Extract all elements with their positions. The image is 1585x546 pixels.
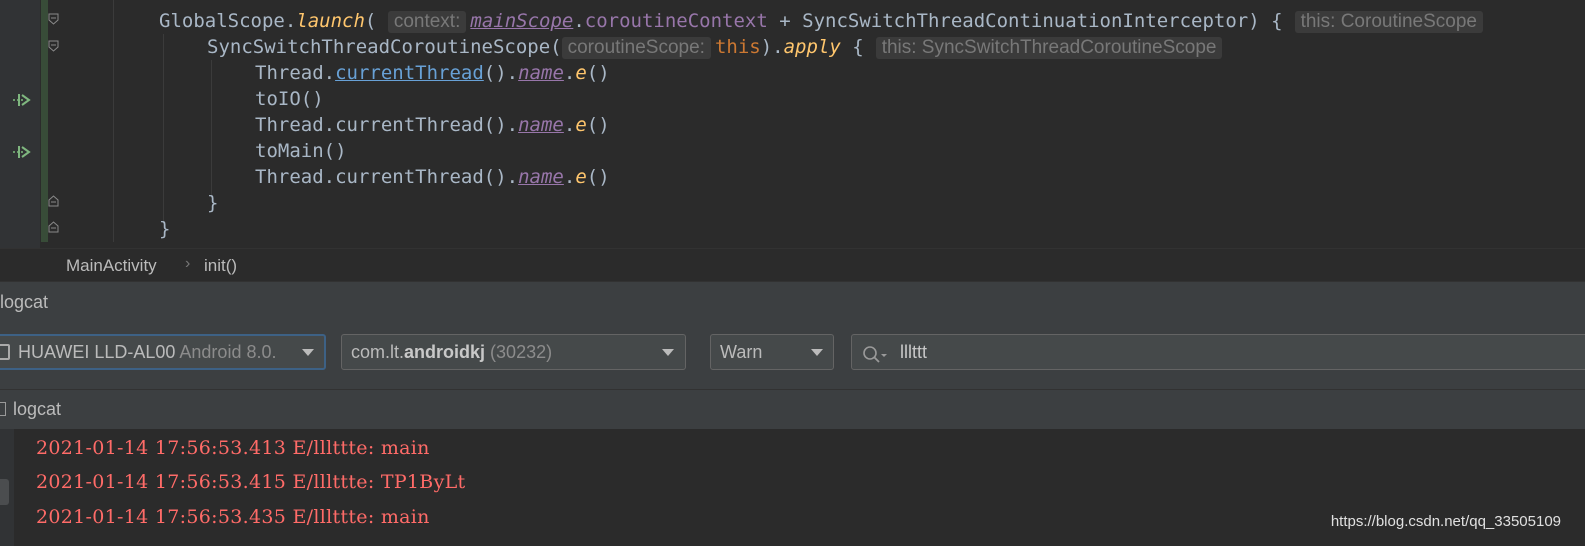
code-token: SyncSwitchThreadCoroutineScope(: [207, 36, 562, 58]
fold-end-marker-icon[interactable]: [48, 195, 59, 207]
code-token: (): [586, 166, 610, 188]
code-token-apply: apply: [783, 36, 841, 58]
fold-end-marker-icon[interactable]: [48, 221, 59, 233]
suspend-call-icon[interactable]: [11, 92, 33, 106]
code-token: ().: [483, 62, 519, 84]
code-token: .: [563, 114, 576, 136]
log-entry[interactable]: 2021-01-14 17:56:53.413 E/lllttte: main: [36, 437, 430, 459]
device-icon: [0, 344, 10, 360]
suspend-call-icon[interactable]: [11, 144, 33, 158]
logcat-content-header: logcat: [0, 389, 1585, 430]
code-token: (: [364, 10, 377, 32]
code-token: .: [573, 10, 585, 32]
code-editor[interactable]: GlobalScope.launch( context: mainScope.co…: [0, 0, 1585, 248]
scroll-handle[interactable]: [0, 479, 9, 505]
logcat-tool-window-header: logcat: [0, 281, 1585, 322]
code-token-name: name: [518, 166, 564, 188]
code-line-3[interactable]: Thread.currentThread().name.e(): [255, 60, 610, 86]
process-pid: (30232): [490, 342, 553, 362]
code-token: GlobalScope.: [159, 10, 297, 32]
code-token-mainscope: mainScope: [470, 10, 574, 32]
chevron-down-icon: [809, 335, 825, 369]
device-selector[interactable]: HUAWEI LLD-AL00 Android 8.0.: [0, 334, 326, 370]
log-entry[interactable]: 2021-01-14 17:56:53.435 E/lllttte: main: [36, 506, 430, 528]
device-name: HUAWEI LLD-AL00: [18, 342, 176, 362]
code-token: (): [586, 62, 610, 84]
breadcrumb-separator: ›: [185, 255, 191, 272]
code-token: .: [563, 62, 576, 84]
process-package-prefix: com.lt.: [351, 342, 405, 362]
log-gutter: [0, 429, 14, 546]
logcat-tab-icon: [0, 402, 6, 416]
log-entry[interactable]: 2021-01-14 17:56:53.415 E/lllttte: TP1By…: [36, 471, 465, 493]
code-line-9[interactable]: }: [159, 216, 170, 242]
logcat-search-input[interactable]: lllttt: [851, 334, 1585, 370]
code-token: Thread.: [255, 62, 336, 84]
code-token: Thread.currentThread().: [255, 166, 519, 188]
breadcrumb-item-init[interactable]: init(): [204, 256, 237, 276]
code-token: ).: [760, 36, 784, 58]
process-package-name: androidkj: [404, 342, 486, 362]
code-token: (): [586, 114, 610, 136]
indent-guide: [211, 60, 212, 198]
code-line-5[interactable]: Thread.currentThread().name.e(): [255, 112, 610, 138]
breadcrumb: MainActivity › init(): [0, 248, 1585, 282]
logcat-subtitle[interactable]: logcat: [13, 399, 61, 420]
code-line-8[interactable]: }: [207, 190, 218, 216]
indent-guide: [113, 0, 114, 242]
device-os: Android 8.0.: [179, 342, 277, 362]
receiver-hint: this: CoroutineScope: [1294, 11, 1483, 33]
fold-marker-icon[interactable]: [48, 13, 59, 25]
code-token-name: name: [518, 114, 564, 136]
indent-guide: [163, 34, 164, 224]
process-selector[interactable]: com.lt.androidkj (30232): [341, 334, 686, 370]
editor-gutter: [0, 0, 40, 248]
logcat-title: logcat: [0, 292, 49, 312]
breadcrumb-item-mainactivity[interactable]: MainActivity: [66, 256, 157, 276]
code-token-e: e: [575, 62, 587, 84]
code-token-e: e: [575, 166, 587, 188]
watermark: https://blog.csdn.net/qq_33505109: [1330, 513, 1561, 530]
fold-marker-icon[interactable]: [48, 40, 59, 52]
code-line-6[interactable]: toMain(): [255, 138, 347, 164]
chevron-down-icon: [300, 336, 316, 368]
code-token-this: this: [714, 36, 761, 58]
log-level-selector[interactable]: Warn: [710, 334, 834, 370]
code-line-7[interactable]: Thread.currentThread().name.e(): [255, 164, 610, 190]
receiver-hint: this: SyncSwitchThreadCoroutineScope: [875, 37, 1223, 59]
code-token: .: [563, 166, 576, 188]
chevron-down-icon: [660, 335, 676, 369]
parameter-hint: context:: [387, 11, 467, 33]
search-icon[interactable]: [862, 342, 888, 363]
log-level-value: Warn: [720, 342, 763, 362]
vcs-change-marker[interactable]: [41, 0, 48, 242]
code-token: {: [840, 36, 864, 58]
code-line-2[interactable]: SyncSwitchThreadCoroutineScope(coroutine…: [207, 34, 1226, 60]
code-token-coroutinecontext: coroutineContext: [584, 10, 768, 32]
parameter-hint: coroutineScope:: [561, 37, 711, 59]
code-token: Thread.currentThread().: [255, 114, 519, 136]
code-line-4[interactable]: toIO(): [255, 86, 324, 112]
search-query: lllttt: [900, 342, 927, 362]
code-token-currentthread[interactable]: currentThread: [335, 62, 484, 84]
code-line-1[interactable]: GlobalScope.launch( context: mainScope.co…: [159, 8, 1487, 34]
code-token: + SyncSwitchThreadContinuationIntercepto…: [767, 10, 1283, 32]
code-token-name: name: [518, 62, 564, 84]
code-token-e: e: [575, 114, 587, 136]
code-token-launch: launch: [296, 10, 365, 32]
logcat-toolbar: HUAWEI LLD-AL00 Android 8.0. com.lt.andr…: [0, 321, 1585, 389]
